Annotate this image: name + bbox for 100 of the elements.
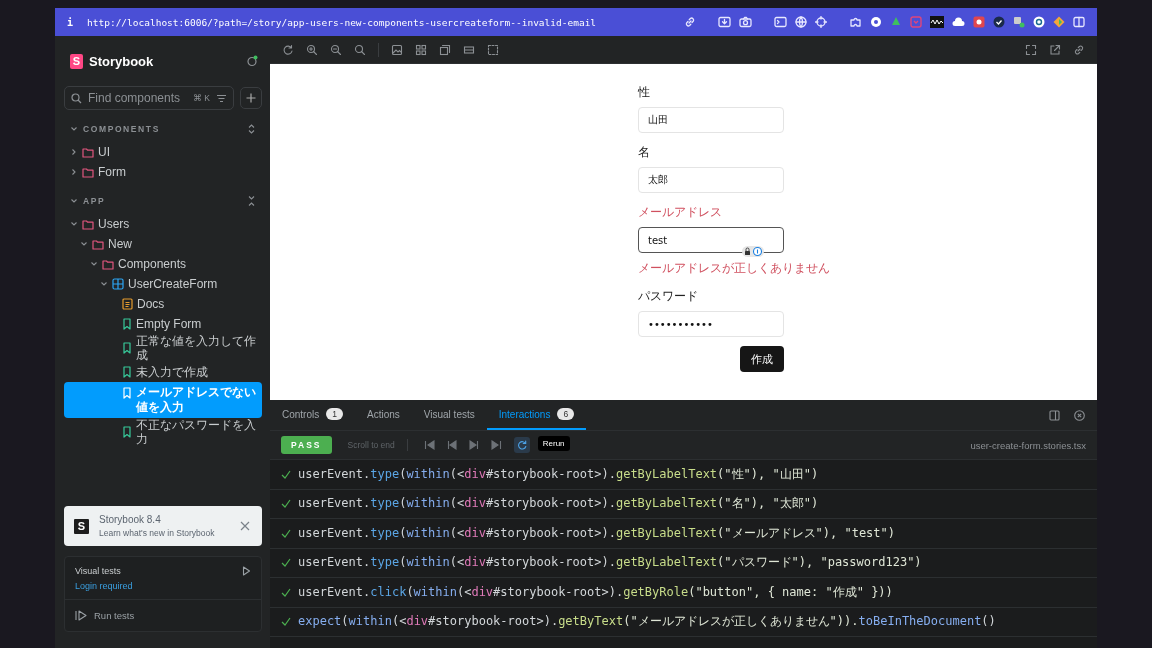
tree-item[interactable]: UI xyxy=(64,142,262,162)
tree-item[interactable]: Empty Form xyxy=(64,314,262,334)
tree-item[interactable]: Docs xyxy=(64,294,262,314)
step-forward-icon[interactable] xyxy=(468,440,479,450)
globe-icon[interactable] xyxy=(795,16,807,28)
folder-icon xyxy=(92,238,104,250)
close-icon xyxy=(240,521,250,531)
tree-item[interactable]: 正常な値を入力して作成 xyxy=(64,334,262,362)
step-back-icon[interactable] xyxy=(446,440,457,450)
storybook-logo[interactable]: S Storybook xyxy=(70,53,154,69)
interaction-step[interactable]: userEvent.type(within(<div#storybook-root>).getByLabelText("性"), "山田") xyxy=(298,465,819,483)
link-icon[interactable] xyxy=(684,16,696,28)
bookmark-icon xyxy=(122,342,132,354)
download-icon[interactable] xyxy=(718,16,731,28)
tooltip: Rerun xyxy=(537,436,570,451)
folder-icon xyxy=(102,258,114,270)
add-button[interactable] xyxy=(240,87,262,109)
go-to-end-icon[interactable] xyxy=(490,440,502,450)
section-heading[interactable]: APP xyxy=(70,196,106,206)
close-button[interactable] xyxy=(240,521,250,531)
component-icon xyxy=(112,278,124,290)
cloud-icon[interactable] xyxy=(952,16,965,28)
brand-name: Storybook xyxy=(89,53,154,69)
bookmark-icon xyxy=(122,387,132,399)
storybook-icon: S xyxy=(74,518,89,534)
zoom-out-icon[interactable] xyxy=(330,43,342,56)
image-icon[interactable] xyxy=(391,43,403,56)
sidebar-icon[interactable] xyxy=(1073,16,1085,28)
notification-title: Storybook 8.4 xyxy=(99,514,162,525)
square-icon[interactable] xyxy=(973,16,985,28)
tree-item[interactable]: 未入力で作成 xyxy=(64,362,262,382)
search-icon xyxy=(71,92,82,104)
zoom-reset-icon[interactable] xyxy=(354,43,366,56)
collapse-icon[interactable] xyxy=(247,195,256,207)
text-field[interactable]: test xyxy=(638,227,784,253)
interaction-step[interactable]: userEvent.type(within(<div#storybook-root>).getByLabelText("パスワード"), "password123") xyxy=(298,554,922,572)
expand-icon[interactable] xyxy=(247,123,256,135)
zigzag-icon[interactable] xyxy=(930,16,944,28)
text-field[interactable]: 山田 xyxy=(638,107,784,133)
reload-icon[interactable] xyxy=(282,43,294,56)
camera-icon[interactable] xyxy=(739,16,752,28)
tree-item[interactable]: UserCreateForm xyxy=(64,274,262,294)
external-link-icon[interactable] xyxy=(1049,43,1061,56)
login-link[interactable]: Login required xyxy=(75,581,133,591)
zoom-in-icon[interactable] xyxy=(306,43,318,56)
submit-button[interactable]: 作成 xyxy=(740,346,784,372)
section-heading[interactable]: COMPONENTS xyxy=(70,124,160,134)
logo-mark: S xyxy=(70,53,83,69)
panel-tab[interactable]: Controls 1 xyxy=(270,400,355,430)
tree-item[interactable]: Components xyxy=(64,254,262,274)
tree-item[interactable]: 不正なパスワードを入力 xyxy=(64,418,262,446)
panel-layout-icon[interactable] xyxy=(1049,409,1060,421)
interaction-step[interactable]: userEvent.type(within(<div#storybook-root>).getByLabelText("名"), "太郎") xyxy=(298,495,819,513)
run-icon xyxy=(75,610,88,621)
field-label: メールアドレス xyxy=(638,204,723,221)
info-icon[interactable]: i xyxy=(67,16,74,28)
address-field[interactable]: http://localhost:6006/?path=/story/app-users-new-components-usercreateform--invalid-email xyxy=(87,16,670,28)
puzzle-icon[interactable] xyxy=(849,16,862,28)
text-field[interactable]: 太郎 xyxy=(638,167,784,193)
status-icon[interactable] xyxy=(246,55,258,67)
link-icon[interactable] xyxy=(1073,43,1085,56)
check-circle-icon[interactable] xyxy=(993,16,1005,28)
interaction-step[interactable]: userEvent.click(within(<div#storybook-root>).getByRole("button", { name: "作成" })) xyxy=(298,583,893,601)
frame-icon[interactable] xyxy=(487,43,499,56)
password-manager-icon[interactable] xyxy=(742,246,764,257)
bookmark-icon xyxy=(122,426,132,438)
search-field[interactable]: Find components ⌘ K xyxy=(64,86,234,110)
crosshair-icon[interactable] xyxy=(815,16,827,28)
text-field[interactable]: ••••••••••• xyxy=(638,311,784,337)
chevron-icon xyxy=(70,197,78,205)
copy-icon[interactable] xyxy=(439,43,451,56)
play-icon[interactable] xyxy=(242,566,251,576)
close-icon[interactable] xyxy=(1074,409,1085,421)
panel-tab[interactable]: Visual tests xyxy=(411,400,487,430)
interaction-step[interactable]: expect(within(<div#storybook-root>).getByText("メールアドレスが正しくありません")).toBeInTheDocument() xyxy=(298,613,996,631)
field-label: 性 xyxy=(638,84,651,101)
tree-item[interactable]: Users xyxy=(64,214,262,234)
circle-icon[interactable] xyxy=(870,16,882,28)
grid-icon[interactable] xyxy=(415,43,427,56)
rerun-button[interactable] xyxy=(513,437,530,453)
plus-icon xyxy=(246,93,256,103)
folder-icon xyxy=(82,218,94,230)
interaction-step[interactable]: userEvent.type(within(<div#storybook-root>).getByLabelText("メールアドレス"), "test") xyxy=(298,524,895,542)
bookmark-icon xyxy=(122,318,132,330)
tree-item[interactable]: New xyxy=(64,234,262,254)
notification-card[interactable]: S Storybook 8.4 Learn what's new in Storybook xyxy=(64,506,262,546)
fullscreen-icon[interactable] xyxy=(1025,43,1037,56)
terminal-icon[interactable] xyxy=(774,16,787,28)
count-badge: 6 xyxy=(557,408,575,420)
bookmark-icon xyxy=(122,366,132,378)
run-tests-button[interactable]: Run tests xyxy=(65,600,261,631)
notification-text: Learn what's new in Storybook xyxy=(99,528,216,538)
go-to-start-icon[interactable] xyxy=(423,440,435,450)
diamond-icon[interactable] xyxy=(1053,16,1065,28)
tree-item[interactable]: Form xyxy=(64,162,262,182)
document-icon xyxy=(122,298,133,310)
panel-tab[interactable]: Actions xyxy=(355,400,412,430)
count-badge: 1 xyxy=(326,408,343,420)
rerun-icon xyxy=(516,440,527,450)
filter-icon[interactable] xyxy=(216,93,227,103)
